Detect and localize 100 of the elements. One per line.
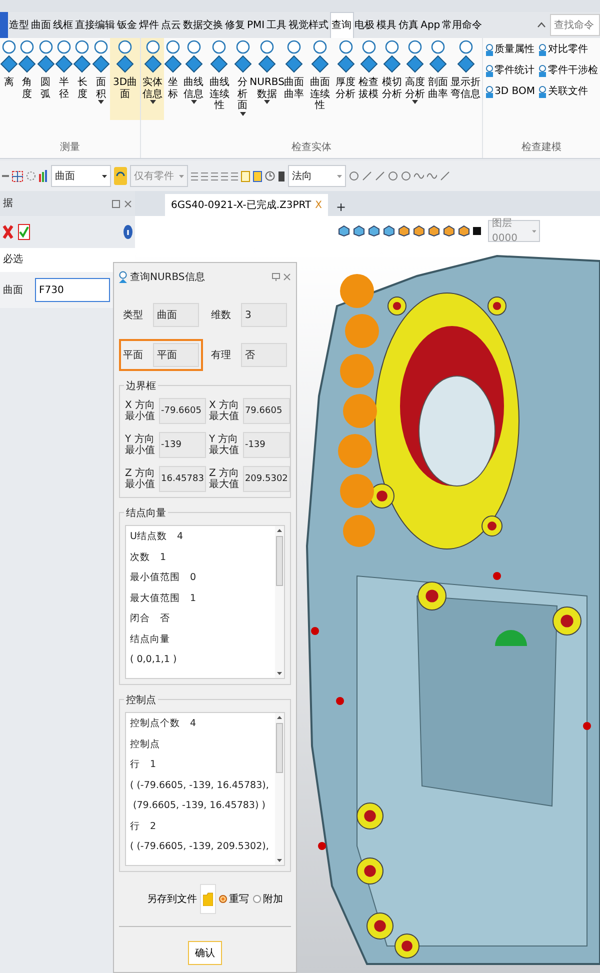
circle-icon[interactable] [388,171,398,181]
ribbon-button[interactable]: 圆弧 [36,38,55,120]
menu-tab[interactable]: App [420,12,442,38]
ribbon-button[interactable]: 零件统计 [484,63,535,78]
ribbon-button[interactable]: 检查拔模 [357,38,380,120]
list-value: 4 [176,530,184,544]
ribbon-button[interactable]: 曲线信息 [182,38,206,120]
ribbon-button[interactable]: 离 [0,38,18,120]
cube-icon[interactable] [353,225,365,237]
restore-icon[interactable] [112,200,120,208]
group-label: 检查建模 [520,140,562,155]
document-icon[interactable] [241,170,250,182]
menu-tab[interactable]: 造型 [8,12,30,38]
square-icon[interactable] [278,170,285,182]
dialog-title: 查询NURBS信息 [130,270,206,284]
grid-icon[interactable] [12,170,23,182]
field-label: Y 方向最小值 [125,434,156,456]
ribbon-button[interactable]: NURBS数据 [252,38,283,120]
ribbon-button[interactable]: 半径 [54,38,74,120]
menu-tab[interactable]: 电极 [354,12,376,38]
menu-tab[interactable]: 工具 [266,12,288,38]
list-text: 控制点 [130,738,160,752]
ribbon-button[interactable]: 高度分析 [403,38,426,120]
ribbon-button[interactable]: 显示折弯信息 [450,38,482,120]
group-title: 结点向量 [124,506,168,521]
document-tab[interactable]: 6GS40-0921-X-已完成.Z3PRT X [165,194,328,216]
menu-tab[interactable]: 常用命令 [441,12,484,38]
ribbon-button[interactable]: 曲线连续性 [205,38,234,120]
ribbon-button[interactable]: 厚度分析 [334,38,358,120]
list-icon[interactable] [201,170,208,182]
scroll-bar[interactable] [275,713,284,865]
check-icon[interactable] [18,224,30,240]
ribbon-button[interactable]: 分析面 [234,38,252,120]
clock-icon[interactable] [265,171,275,181]
ribbon-button[interactable]: 剖面曲率 [426,38,450,120]
cube-icon[interactable] [383,225,395,237]
line-icon[interactable] [440,171,450,181]
menu-tab[interactable]: 点云 [160,12,182,38]
menu-tab[interactable]: PMI [246,12,266,38]
line-icon[interactable] [375,171,385,181]
list-icon[interactable] [211,170,218,182]
menu-tab[interactable]: 修复 [224,12,246,38]
radio-button[interactable] [253,895,261,903]
confirm-button[interactable]: 确认 [188,941,222,965]
ribbon-button[interactable]: 坐标 [164,38,182,120]
pin-icon[interactable] [272,273,280,281]
menu-tab[interactable]: 查询 [330,12,354,38]
search-field[interactable]: 查找命令 [550,14,600,36]
ribbon-button[interactable]: 角度 [18,38,36,120]
save-to-file-button[interactable]: 另存到文件 [147,884,216,914]
info-icon[interactable] [123,224,133,240]
ribbon-button[interactable]: 对比零件 [538,42,598,57]
scroll-bar[interactable] [275,526,284,678]
input-field[interactable]: F730 [35,278,110,302]
wave-line-icon[interactable] [414,171,424,181]
filter-dropdown[interactable]: 曲面 [51,165,111,187]
circle-icon[interactable] [349,171,359,181]
menu-tab[interactable]: 钣金 [116,12,138,38]
menu-tab[interactable]: 曲面 [30,12,52,38]
ribbon-button[interactable]: 实体信息 [141,38,164,120]
ribbon-button[interactable]: 曲面连续性 [306,38,334,120]
list-icon[interactable] [191,170,198,182]
bar-chart-icon[interactable] [39,170,48,182]
radio-option[interactable]: 重写 [219,892,249,906]
radio-option[interactable]: 附加 [253,892,283,906]
circle-icon[interactable] [401,171,411,181]
ribbon-button[interactable]: 长度 [73,38,92,120]
close-icon[interactable] [283,273,291,281]
list-icon[interactable] [231,170,238,182]
menu-tab[interactable]: 仿真 [398,12,420,38]
ribbon-button[interactable]: 质量属性 [484,42,535,57]
menu-tab[interactable]: 视觉样式 [288,12,330,38]
ribbon-button[interactable]: 曲面曲率 [282,38,306,120]
close-icon[interactable] [124,200,132,208]
new-tab-button[interactable]: + [332,198,350,216]
direction-dropdown[interactable]: 法向 [288,165,346,187]
ribbon-button[interactable]: 零件干涉检 [538,63,598,78]
menu-tab[interactable]: 焊件 [138,12,160,38]
menu-tab[interactable]: 数据交换 [182,12,224,38]
document-icon[interactable] [253,170,262,182]
list-icon[interactable] [221,170,228,182]
ribbon-button[interactable]: 3D BOM [484,84,535,99]
menu-tab[interactable]: 模具 [376,12,398,38]
cube-icon[interactable] [368,225,380,237]
ribbon-button[interactable]: 3D曲面 [110,38,140,120]
list-text: 行 [130,820,140,834]
menu-tab[interactable]: 直接编辑 [74,12,116,38]
ribbon-button[interactable]: 面积 [92,38,110,120]
cube-icon[interactable] [338,225,350,237]
line-icon[interactable] [362,171,372,181]
radio-button[interactable] [219,895,227,903]
group-title: 控制点 [124,693,158,708]
dotted-circle-icon[interactable] [26,171,36,181]
menu-tab[interactable]: 线框 [52,12,74,38]
ribbon-button[interactable]: 关联文件 [538,84,598,99]
value-field: 平面 [153,343,199,367]
wave-line-icon[interactable] [427,171,437,181]
ribbon-button[interactable]: 模切分析 [380,38,404,120]
close-icon[interactable] [2,224,14,240]
list-value: 4 [190,717,196,731]
